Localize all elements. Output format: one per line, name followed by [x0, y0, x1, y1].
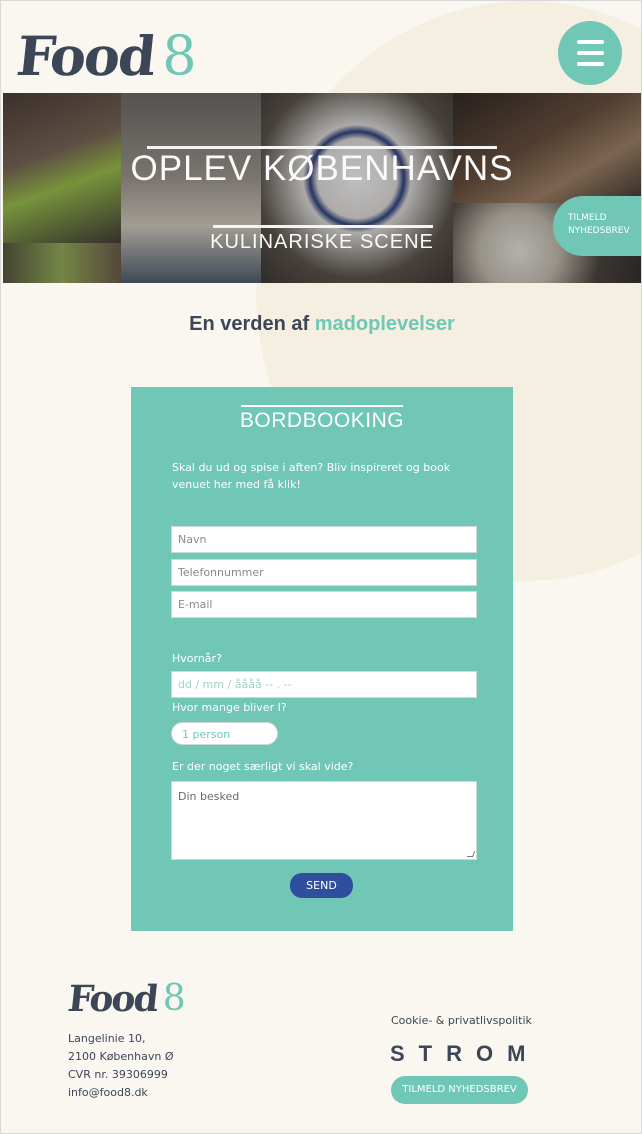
logo-number: 8: [162, 24, 197, 87]
email-input[interactable]: E-mail: [171, 591, 477, 618]
notes-label: Er der noget særligt vi skal vide?: [172, 760, 354, 773]
footer-logo[interactable]: Food 8: [65, 978, 186, 1020]
datetime-input[interactable]: dd / mm / åååå -- . --: [171, 671, 477, 698]
address-cvr: CVR nr. 39306999: [68, 1068, 168, 1081]
booking-title: BORDBOOKING: [239, 409, 405, 432]
hero-subtitle: KULINARISKE SCENE: [210, 231, 434, 253]
tagline: En verden af madoplevelser: [1, 313, 641, 336]
guests-select[interactable]: 1 person: [171, 722, 278, 745]
message-placeholder: Din besked: [178, 790, 240, 803]
phone-input[interactable]: Telefonnummer: [171, 559, 477, 586]
newsletter-side-tab[interactable]: TILMELD NYHEDSBREV: [553, 196, 641, 256]
booking-title-line: [241, 405, 403, 407]
food8-logo[interactable]: Food 8: [13, 13, 197, 88]
newsletter-tab-line1: TILMELD: [568, 213, 607, 223]
address-street: Langelinie 10,: [68, 1032, 146, 1045]
name-input[interactable]: Navn: [171, 526, 477, 553]
when-label: Hvornår?: [172, 652, 222, 665]
footer-address: Langelinie 10, 2100 København Ø CVR nr. …: [68, 1030, 174, 1102]
tagline-lead: En verden af: [189, 313, 310, 335]
booking-intro: Skal du ud og spise i aften? Bliv inspir…: [172, 461, 451, 491]
booking-form: BORDBOOKING Skal du ud og spise i aften?…: [131, 387, 513, 931]
address-email[interactable]: info@food8.dk: [68, 1084, 174, 1102]
page: Food 8 OPLEV KØBENHAVNS KULINARISKE SCEN…: [0, 0, 642, 1134]
footer-logo-number: 8: [162, 978, 186, 1019]
strom-partner-logo[interactable]: STROM: [390, 1041, 539, 1067]
newsletter-tab-line2: NYHEDSBREV: [568, 226, 630, 236]
hamburger-menu-icon: [576, 62, 604, 66]
send-button[interactable]: SEND: [290, 873, 353, 898]
guests-label: Hvor mange bliver I?: [172, 701, 287, 714]
tagline-accent: madoplevelser: [314, 313, 455, 335]
footer-newsletter-button[interactable]: TILMELD NYHEDSBREV: [391, 1076, 528, 1104]
address-city: 2100 København Ø: [68, 1050, 174, 1063]
resize-grip-icon[interactable]: [466, 851, 476, 857]
logo-word: Food: [13, 24, 158, 88]
hero-banner: OPLEV KØBENHAVNS KULINARISKE SCENE: [3, 93, 641, 283]
menu-button[interactable]: [558, 21, 622, 85]
hamburger-menu-icon: [576, 51, 604, 55]
hero-title: OPLEV KØBENHAVNS: [130, 149, 514, 188]
hamburger-menu-icon: [576, 40, 604, 44]
hero-mid-line: [213, 225, 433, 228]
cookie-policy-link[interactable]: Cookie- & privatlivspolitik: [391, 1014, 532, 1027]
footer-logo-word: Food: [65, 978, 160, 1020]
message-textarea[interactable]: Din besked: [171, 781, 477, 860]
